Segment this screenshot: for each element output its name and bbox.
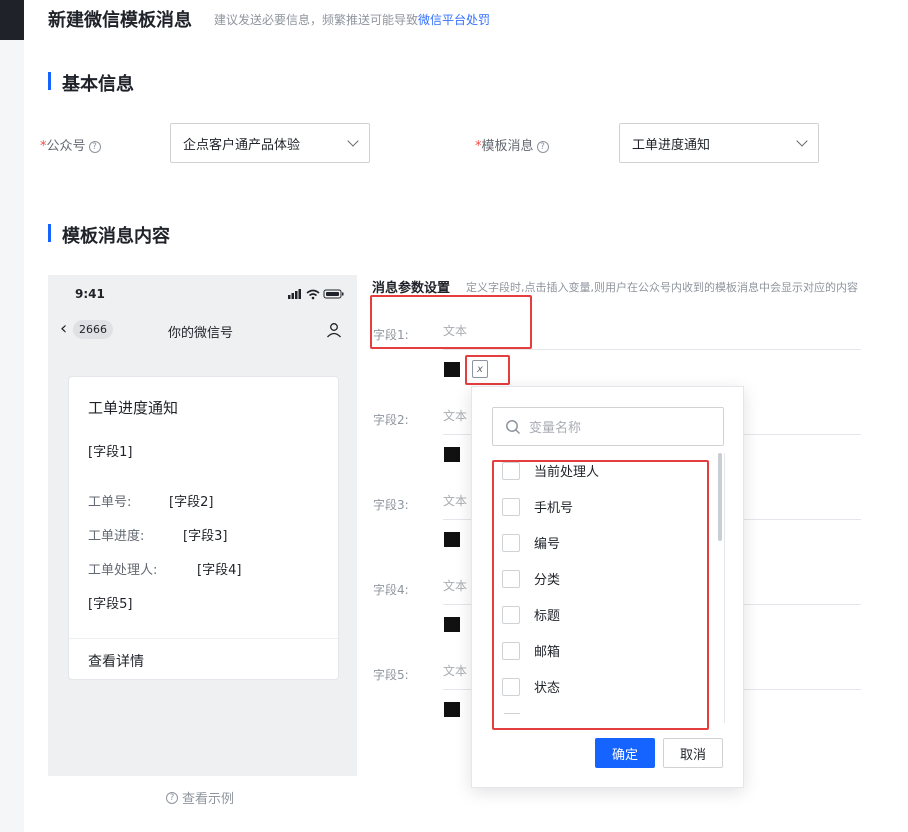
card-row-label: 工单进度: bbox=[88, 529, 145, 544]
help-icon[interactable]: ? bbox=[88, 141, 101, 153]
field-label: 字段4: bbox=[373, 583, 409, 597]
template-select[interactable]: 工单进度通知 bbox=[619, 123, 819, 163]
template-label-text: 模板消息 bbox=[481, 139, 534, 154]
field-label: 字段3: bbox=[373, 498, 409, 512]
page-hint-text: 建议发送必要信息，频繁推送可能导致 bbox=[214, 13, 419, 27]
card-field-1: [字段1] bbox=[88, 445, 133, 460]
field-label: 字段2: bbox=[373, 413, 409, 427]
section-title-basic: 基本信息 bbox=[62, 74, 134, 95]
user-icon[interactable] bbox=[326, 322, 342, 342]
help-icon: ? bbox=[166, 791, 178, 804]
cancel-button[interactable]: 取消 bbox=[663, 738, 723, 768]
field-input[interactable]: 文本 bbox=[443, 577, 467, 594]
template-label: *模板消息? bbox=[475, 135, 549, 154]
params-title: 消息参数设置 bbox=[372, 281, 451, 296]
account-label: *公众号? bbox=[40, 135, 101, 154]
page-hint: 建议发送必要信息，频繁推送可能导致微信平台处罚 bbox=[214, 11, 490, 28]
card-row-label: 工单处理人: bbox=[88, 563, 158, 578]
page-title: 新建微信模板消息 bbox=[48, 10, 192, 31]
highlight-box bbox=[370, 295, 532, 349]
card-row-value: [字段3] bbox=[183, 529, 228, 544]
chevron-down-icon bbox=[796, 135, 808, 147]
account-select-value: 企点客户通产品体验 bbox=[183, 137, 301, 153]
back-icon[interactable]: ‹ bbox=[60, 320, 67, 338]
penalty-link[interactable]: 微信平台处罚 bbox=[418, 13, 490, 27]
view-example-text: 查看示例 bbox=[182, 792, 235, 807]
message-card: 工单进度通知 [字段1] 工单号: [字段2] 工单进度: [字段3] 工单处理… bbox=[68, 376, 339, 680]
status-icons bbox=[288, 288, 344, 304]
field-input[interactable]: 文本 bbox=[443, 407, 467, 424]
color-swatch[interactable] bbox=[444, 447, 460, 462]
color-swatch[interactable] bbox=[444, 702, 460, 717]
field-input[interactable]: 文本 bbox=[443, 492, 467, 509]
status-time: 9:41 bbox=[75, 287, 105, 301]
variable-search-input[interactable]: 变量名称 bbox=[492, 407, 724, 446]
card-row-value: [字段4] bbox=[197, 563, 242, 578]
card-row-label: 工单号: bbox=[88, 495, 132, 510]
help-icon[interactable]: ? bbox=[536, 141, 549, 153]
template-select-value: 工单进度通知 bbox=[632, 137, 711, 153]
section-title-content: 模板消息内容 bbox=[62, 226, 170, 247]
section-bar bbox=[48, 72, 51, 90]
signal-wifi-battery-icon bbox=[288, 289, 344, 300]
unread-badge: 2666 bbox=[73, 320, 113, 339]
chevron-down-icon bbox=[347, 135, 359, 147]
params-hint: 定义字段时,点击插入变量,则用户在公众号内收到的模板消息中会显示对应的内容 bbox=[466, 281, 858, 294]
view-detail-link[interactable]: 查看详情 bbox=[88, 651, 144, 671]
color-swatch[interactable] bbox=[444, 617, 460, 632]
nav-corner bbox=[0, 0, 24, 40]
section-bar bbox=[48, 224, 51, 242]
field-label: 字段5: bbox=[373, 668, 409, 682]
highlight-box bbox=[492, 460, 709, 730]
field-divider bbox=[443, 349, 861, 350]
confirm-button[interactable]: 确定 bbox=[595, 738, 655, 768]
highlight-box bbox=[465, 355, 510, 385]
search-placeholder: 变量名称 bbox=[529, 421, 582, 436]
account-label-text: 公众号 bbox=[46, 139, 86, 154]
scrollbar-thumb[interactable] bbox=[718, 453, 722, 541]
card-field-5: [字段5] bbox=[88, 597, 133, 612]
card-row-value: [字段2] bbox=[169, 495, 214, 510]
search-icon bbox=[506, 419, 521, 434]
card-title: 工单进度通知 bbox=[88, 399, 179, 417]
wechat-account-name: 你的微信号 bbox=[168, 326, 234, 341]
card-divider bbox=[69, 638, 338, 639]
color-swatch[interactable] bbox=[444, 532, 460, 547]
view-example-link[interactable]: ? 查看示例 bbox=[166, 788, 234, 807]
field-input[interactable]: 文本 bbox=[443, 662, 467, 679]
left-strip bbox=[0, 40, 24, 832]
color-swatch[interactable] bbox=[444, 362, 460, 377]
account-select[interactable]: 企点客户通产品体验 bbox=[170, 123, 370, 163]
list-border bbox=[724, 453, 725, 723]
